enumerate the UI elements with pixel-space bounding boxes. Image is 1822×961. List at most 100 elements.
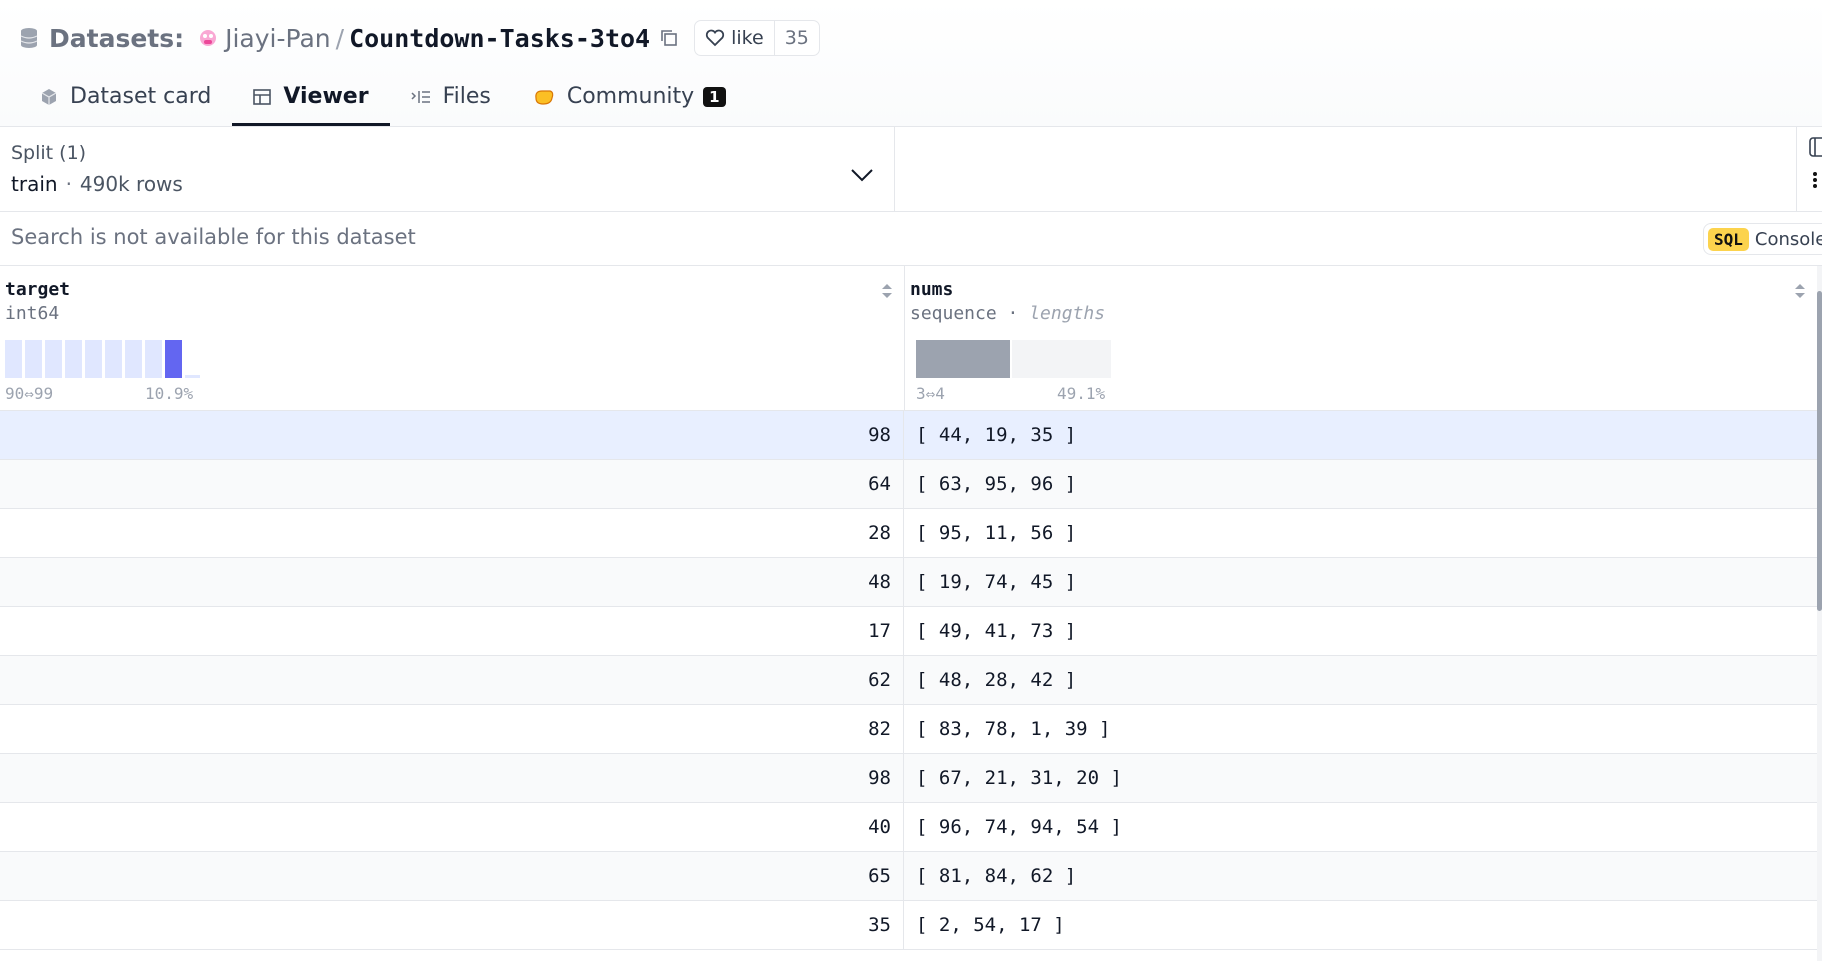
files-icon [411, 90, 430, 103]
tab-files[interactable]: Files [390, 70, 512, 126]
path-separator: / [335, 23, 345, 53]
histogram-bar[interactable] [145, 340, 162, 378]
split-name: train [11, 172, 58, 196]
cell-target[interactable]: 28 [0, 509, 904, 557]
cell-target[interactable]: 48 [0, 558, 904, 606]
cell-target[interactable]: 82 [0, 705, 904, 753]
table-row[interactable]: 17[ 49, 41, 73 ] [0, 607, 1817, 656]
tab-community[interactable]: Community 1 [512, 70, 747, 126]
sort-icon[interactable] [1793, 281, 1807, 301]
column-name: nums [910, 279, 954, 300]
owner-link[interactable]: Jiayi-Pan [225, 24, 331, 53]
owner-avatar-icon[interactable] [198, 28, 218, 48]
cell-target[interactable]: 35 [0, 901, 904, 949]
scrollbar-thumb[interactable] [1817, 291, 1822, 611]
table-row[interactable]: 98[ 67, 21, 31, 20 ] [0, 754, 1817, 803]
histogram-range: 90⇔99 [5, 384, 54, 403]
histogram-bar[interactable] [25, 340, 42, 378]
cell-target[interactable]: 64 [0, 460, 904, 508]
like-count[interactable]: 35 [773, 21, 819, 55]
column-type-name: sequence [910, 303, 997, 324]
column-name: target [5, 279, 71, 300]
like-label: like [731, 27, 764, 49]
table-icon [253, 88, 272, 105]
repo-tabs: Dataset card Viewer Files Community 1 [0, 70, 747, 126]
cube-icon [41, 88, 57, 105]
histogram-bar[interactable] [125, 340, 142, 378]
column-header-target[interactable]: target int64 90⇔99 10.9% [0, 266, 905, 411]
tab-files-label: Files [442, 84, 491, 109]
histogram-bar[interactable] [5, 340, 22, 378]
repo-header: Datasets: Jiayi-Pan / Countdown-Tasks-3t… [0, 0, 1822, 127]
tab-dataset-card[interactable]: Dataset card [0, 70, 232, 126]
tab-viewer[interactable]: Viewer [232, 70, 390, 126]
more-options-icon[interactable] [1812, 170, 1818, 190]
sidebar-toggle-icon[interactable] [1808, 136, 1822, 158]
sql-console-button[interactable]: SQL Console [1703, 223, 1822, 255]
table-row[interactable]: 65[ 81, 84, 62 ] [0, 852, 1817, 901]
cell-target[interactable]: 40 [0, 803, 904, 851]
target-histogram[interactable] [5, 340, 200, 378]
table-row[interactable]: 48[ 19, 74, 45 ] [0, 558, 1817, 607]
sort-icon[interactable] [880, 281, 894, 301]
nums-length-bar[interactable] [916, 340, 1111, 378]
histogram-bar[interactable] [85, 340, 102, 378]
split-label: Split (1) [11, 142, 87, 164]
cell-nums[interactable]: [ 95, 11, 56 ] [905, 509, 1076, 557]
cell-target[interactable]: 62 [0, 656, 904, 704]
sql-badge: SQL [1708, 227, 1749, 251]
cell-target[interactable]: 65 [0, 852, 904, 900]
histogram-bar[interactable] [65, 340, 82, 378]
histogram-bar[interactable] [185, 375, 200, 378]
table-row[interactable]: 35[ 2, 54, 17 ] [0, 901, 1817, 950]
cell-nums[interactable]: [ 19, 74, 45 ] [905, 558, 1076, 606]
cell-nums[interactable]: [ 2, 54, 17 ] [905, 901, 1065, 949]
split-value: train · 490k rows [11, 172, 183, 196]
column-type-extra: lengths [1029, 303, 1106, 324]
cell-nums[interactable]: [ 49, 41, 73 ] [905, 607, 1076, 655]
cell-target[interactable]: 98 [0, 754, 904, 802]
heart-icon [705, 29, 725, 47]
console-label: Console [1754, 228, 1822, 250]
panel-divider [1796, 126, 1797, 211]
column-type: sequence · lengths [910, 303, 1106, 324]
repo-name-link[interactable]: Countdown-Tasks-3to4 [349, 24, 650, 53]
histogram-bar[interactable] [165, 340, 182, 378]
cell-nums[interactable]: [ 83, 78, 1, 39 ] [905, 705, 1110, 753]
column-header-nums[interactable]: nums sequence · lengths 3⇔4 49.1% [905, 266, 1817, 411]
length-range: 3⇔4 [916, 384, 945, 403]
length-segment-4[interactable] [1012, 340, 1111, 378]
table-body: 98[ 44, 19, 35 ] 64[ 63, 95, 96 ] 28[ 95, … [0, 411, 1817, 950]
community-count-badge: 1 [703, 86, 726, 107]
cell-nums[interactable]: [ 67, 21, 31, 20 ] [905, 754, 1122, 802]
table-row[interactable]: 40[ 96, 74, 94, 54 ] [0, 803, 1817, 852]
cell-target[interactable]: 17 [0, 607, 904, 655]
histogram-bar[interactable] [45, 340, 62, 378]
table-row[interactable]: 82[ 83, 78, 1, 39 ] [0, 705, 1817, 754]
split-row: Split (1) train · 490k rows [0, 126, 1822, 212]
like-button[interactable]: like [695, 21, 774, 55]
histogram-bar[interactable] [105, 340, 122, 378]
column-type: int64 [5, 303, 60, 324]
copy-icon[interactable] [660, 29, 678, 47]
table-scrollbar[interactable] [1817, 266, 1822, 961]
table-row[interactable]: 62[ 48, 28, 42 ] [0, 656, 1817, 705]
database-icon [20, 28, 38, 48]
cell-nums[interactable]: [ 44, 19, 35 ] [905, 411, 1076, 459]
table-row[interactable]: 64[ 63, 95, 96 ] [0, 460, 1817, 509]
chevron-down-icon[interactable] [850, 168, 874, 182]
length-segment-3[interactable] [916, 340, 1010, 378]
search-unavailable-text: Search is not available for this dataset [11, 225, 416, 249]
datasets-label[interactable]: Datasets: [49, 24, 184, 53]
cell-target[interactable]: 98 [0, 411, 904, 459]
histogram-percent: 10.9% [145, 384, 194, 403]
cell-nums[interactable]: [ 81, 84, 62 ] [905, 852, 1076, 900]
cell-nums[interactable]: [ 48, 28, 42 ] [905, 656, 1076, 704]
table-row[interactable]: 98[ 44, 19, 35 ] [0, 411, 1817, 460]
table-row[interactable]: 28[ 95, 11, 56 ] [0, 509, 1817, 558]
split-selector[interactable]: Split (1) train · 490k rows [0, 126, 895, 211]
cell-nums[interactable]: [ 96, 74, 94, 54 ] [905, 803, 1122, 851]
like-widget: like 35 [694, 20, 820, 56]
cell-nums[interactable]: [ 63, 95, 96 ] [905, 460, 1076, 508]
community-icon [535, 89, 554, 105]
